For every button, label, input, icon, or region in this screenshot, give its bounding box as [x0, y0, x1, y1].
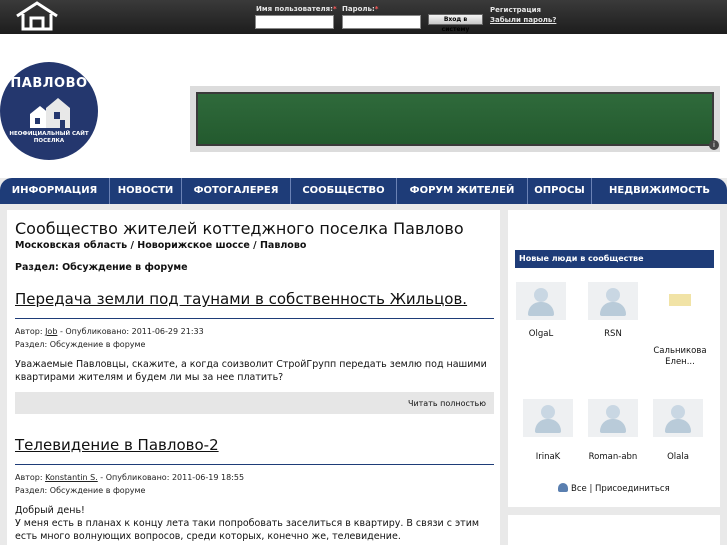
article-meta: Автор: Konstantin S. - Опубликовано: 201…: [15, 473, 245, 482]
article-excerpt: У меня есть в планах к концу лета таки п…: [15, 518, 480, 542]
article-section: Раздел: Обсуждение в форуме: [15, 486, 146, 495]
forgot-password-link[interactable]: Забыли пароль?: [490, 16, 556, 24]
member-card[interactable]: Сальникова Елен...: [649, 282, 711, 368]
nav-item-gallery[interactable]: ФОТОГАЛЕРЕЯ: [182, 178, 291, 204]
breadcrumb: Московская область / Новорижское шоссе /…: [15, 240, 307, 251]
read-more-link[interactable]: Читать полностью: [408, 399, 486, 408]
author-link[interactable]: Job: [45, 327, 57, 336]
chalkboard: [196, 92, 714, 146]
nav-item-news[interactable]: НОВОСТИ: [110, 178, 182, 204]
read-more-bar: Читать полностью: [15, 392, 494, 414]
village-houses-icon: [30, 98, 70, 128]
member-name[interactable]: Roman-abn: [583, 452, 643, 463]
site-logo[interactable]: ПАВЛОВО НЕОФИЦИАЛЬНЫЙ САЙТ ПОСЕЛКА: [0, 62, 98, 160]
article-title[interactable]: Передача земли под таунами в собственнос…: [15, 290, 467, 308]
member-card[interactable]: Olala: [648, 399, 708, 463]
nav-item-community[interactable]: СООБЩЕСТВО: [291, 178, 397, 204]
avatar[interactable]: [669, 294, 691, 306]
member-card[interactable]: RSN: [583, 282, 643, 340]
page-title: Сообщество жителей коттеджного поселка П…: [15, 219, 464, 238]
sidebar-widget: [508, 515, 720, 545]
article-meta: Автор: Job - Опубликовано: 2011-06-29 21…: [15, 327, 204, 336]
section-label: Раздел: Обсуждение в форуме: [15, 262, 188, 273]
password-label: Пароль:*: [342, 5, 379, 13]
main-content: Сообщество жителей коттеджного поселка П…: [7, 210, 500, 545]
member-name[interactable]: RSN: [583, 329, 643, 340]
sidebar-heading: Новые люди в сообществе: [515, 250, 714, 268]
nav-item-polls[interactable]: ОПРОСЫ: [528, 178, 592, 204]
member-name[interactable]: Olala: [648, 452, 708, 463]
main-nav: ИНФОРМАЦИЯ НОВОСТИ ФОТОГАЛЕРЕЯ СООБЩЕСТВ…: [0, 178, 727, 204]
username-label: Имя пользователя:*: [256, 5, 337, 13]
nav-item-info[interactable]: ИНФОРМАЦИЯ: [0, 178, 110, 204]
avatar[interactable]: [588, 282, 638, 320]
login-button[interactable]: Вход в систему: [428, 14, 483, 33]
member-name[interactable]: IrinaK: [518, 452, 578, 463]
article-excerpt-line: Добрый день!: [15, 505, 85, 516]
nav-item-forum[interactable]: ФОРУМ ЖИТЕЛЕЙ: [397, 178, 528, 204]
avatar[interactable]: [653, 399, 703, 437]
sidebar-links: Все | Присоединиться: [508, 483, 720, 494]
home-icon[interactable]: [14, 1, 60, 31]
logo-title: ПАВЛОВО: [10, 76, 88, 91]
top-bar: Имя пользователя:* Пароль:* Вход в систе…: [0, 0, 727, 34]
author-link[interactable]: Konstantin S.: [45, 473, 98, 482]
member-name[interactable]: OlgaL: [511, 329, 571, 340]
divider: [15, 464, 494, 465]
sidebar: Новые люди в сообществе OlgaL RSN Сальни…: [508, 210, 720, 507]
member-card[interactable]: Roman-abn: [583, 399, 643, 463]
member-name[interactable]: Сальникова Елен...: [649, 346, 711, 368]
all-members-link[interactable]: Все: [571, 484, 587, 494]
member-card[interactable]: OlgaL: [511, 282, 571, 340]
logo-subtitle: НЕОФИЦИАЛЬНЫЙ САЙТ ПОСЕЛКА: [9, 131, 89, 144]
people-icon: [558, 483, 569, 492]
avatar[interactable]: [516, 282, 566, 320]
article-section: Раздел: Обсуждение в форуме: [15, 340, 146, 349]
nav-item-realty[interactable]: НЕДВИЖИМОСТЬ: [592, 178, 727, 204]
article-title[interactable]: Телевидение в Павлово-2: [15, 436, 219, 454]
article-excerpt: Уважаемые Павловцы, скажите, а когда сои…: [15, 359, 487, 383]
username-input[interactable]: [255, 15, 334, 29]
divider: [15, 318, 494, 319]
info-icon[interactable]: i: [709, 140, 719, 150]
member-card[interactable]: IrinaK: [518, 399, 578, 463]
avatar[interactable]: [523, 399, 573, 437]
breadcrumb-item[interactable]: Павлово: [260, 240, 306, 251]
breadcrumb-item[interactable]: Московская область: [15, 240, 127, 251]
password-input[interactable]: [342, 15, 421, 29]
join-link[interactable]: Присоединиться: [595, 484, 670, 494]
breadcrumb-item[interactable]: Новорижское шоссе: [137, 240, 250, 251]
banner-board: [190, 86, 720, 152]
avatar[interactable]: [588, 399, 638, 437]
register-link[interactable]: Регистрация: [490, 6, 541, 14]
